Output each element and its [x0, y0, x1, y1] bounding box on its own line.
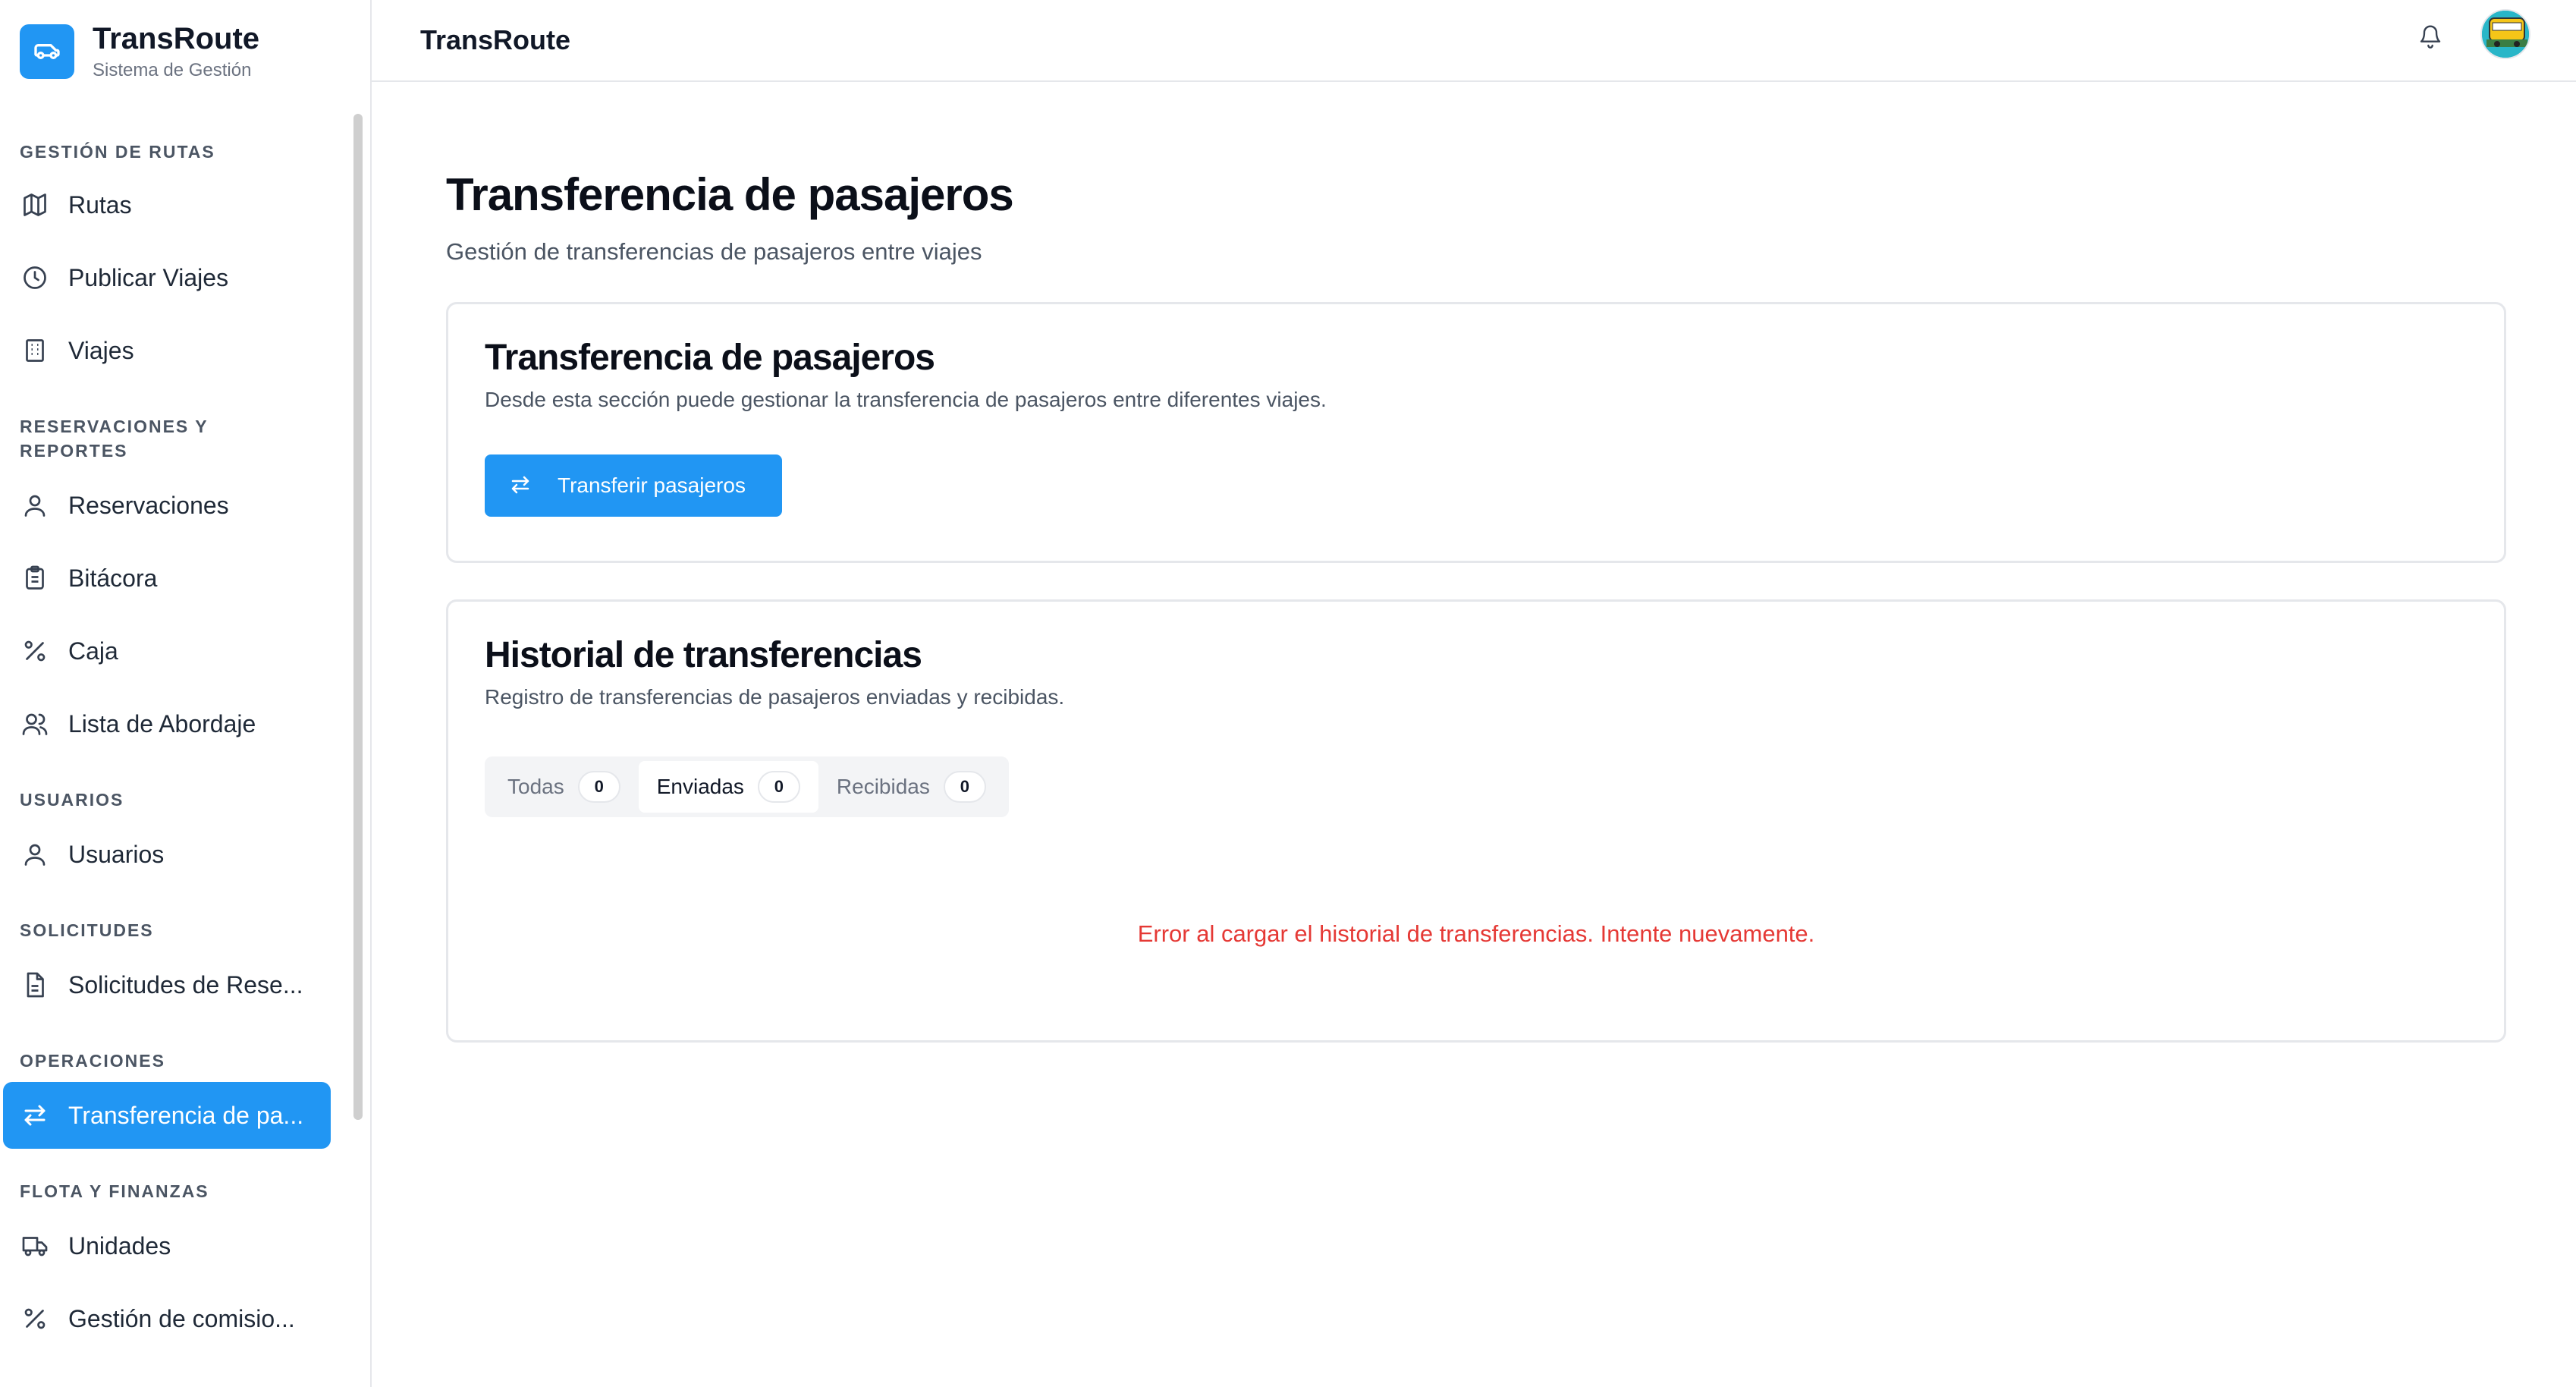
users-icon: [20, 709, 50, 739]
sidebar-item-lista-abordaje[interactable]: Lista de Abordaje: [3, 690, 331, 757]
map-icon: [20, 190, 50, 220]
transfer-passengers-button[interactable]: Transferir pasajeros: [485, 454, 782, 517]
history-card-title: Historial de transferencias: [485, 635, 922, 675]
sidebar-item-label: Lista de Abordaje: [68, 709, 256, 738]
sidebar-item-rutas[interactable]: Rutas: [3, 171, 331, 238]
section-title-operaciones: OPERACIONES: [20, 1051, 165, 1071]
building-icon: [20, 335, 50, 366]
sidebar-item-label: Bitácora: [68, 564, 158, 592]
sidebar-scrollbar[interactable]: [353, 114, 363, 1120]
transfer-icon: [20, 1100, 50, 1131]
transfer-card: Transferencia de pasajeros Desde esta se…: [446, 302, 2506, 563]
sidebar-item-comisiones[interactable]: Gestión de comisio...: [3, 1285, 331, 1352]
main-area: TransRoute Transferencia de pasajeros Ge…: [372, 0, 2576, 1387]
brand-subtitle: Sistema de Gestión: [93, 60, 252, 80]
history-card-description: Registro de transferencias de pasajeros …: [485, 685, 1065, 709]
tab-label: Enviadas: [656, 775, 744, 798]
history-card: Historial de transferencias Registro de …: [446, 599, 2506, 1043]
transfer-card-description: Desde esta sección puede gestionar la tr…: [485, 388, 1327, 411]
sidebar-item-transferencia[interactable]: Transferencia de pa...: [3, 1082, 331, 1149]
truck-icon: [20, 1231, 50, 1261]
avatar-icon[interactable]: [2480, 9, 2530, 59]
transfer-button-label: Transferir pasajeros: [558, 473, 746, 497]
user-icon: [20, 490, 50, 521]
page-title: Transferencia de pasajeros: [446, 169, 1014, 220]
transfer-icon: [509, 473, 533, 498]
sidebar: TransRoute Sistema de Gestión GESTIÓN DE…: [0, 0, 372, 1387]
sidebar-item-label: Gestión de comisio...: [68, 1304, 295, 1332]
sidebar-item-viajes[interactable]: Viajes: [3, 317, 331, 384]
transfer-card-title: Transferencia de pasajeros: [485, 338, 935, 378]
sidebar-item-caja[interactable]: Caja: [3, 618, 331, 684]
sidebar-item-label: Solicitudes de Rese...: [68, 970, 303, 999]
sidebar-nav: GESTIÓN DE RUTAS Rutas Publicar Viajes V…: [0, 140, 370, 1352]
tab-count-badge: 0: [943, 771, 986, 803]
tab-label: Recibidas: [836, 775, 930, 798]
tab-todas[interactable]: Todas 0: [489, 761, 639, 813]
sidebar-item-label: Transferencia de pa...: [68, 1101, 304, 1129]
sidebar-item-label: Rutas: [68, 190, 132, 219]
van-icon: [20, 24, 74, 79]
sidebar-item-bitacora[interactable]: Bitácora: [3, 545, 331, 612]
tab-count-badge: 0: [757, 771, 800, 803]
clipboard-icon: [20, 563, 50, 593]
bell-icon[interactable]: [2412, 18, 2449, 55]
sidebar-item-usuarios[interactable]: Usuarios: [3, 821, 331, 888]
history-tabs: Todas 0 Enviadas 0 Recibidas 0: [485, 756, 1009, 817]
user-icon: [20, 839, 50, 870]
sidebar-item-label: Viajes: [68, 336, 134, 364]
tab-label: Todas: [507, 775, 564, 798]
page-subtitle: Gestión de transferencias de pasajeros e…: [446, 238, 982, 265]
document-icon: [20, 970, 50, 1000]
error-message: Error al cargar el historial de transfer…: [1137, 920, 1815, 947]
brand[interactable]: TransRoute Sistema de Gestión: [0, 0, 370, 103]
sidebar-item-label: Reservaciones: [68, 491, 229, 519]
topbar-title: TransRoute: [420, 24, 571, 55]
section-title-flota: FLOTA Y FINANZAS: [20, 1181, 209, 1201]
page-content: Transferencia de pasajeros Gestión de tr…: [372, 82, 2576, 1043]
sidebar-item-label: Usuarios: [68, 840, 165, 868]
section-title-solicitudes: SOLICITUDES: [20, 920, 154, 940]
sidebar-item-unidades[interactable]: Unidades: [3, 1212, 331, 1279]
sidebar-item-reservaciones[interactable]: Reservaciones: [3, 472, 331, 539]
tab-count-badge: 0: [577, 771, 620, 803]
section-title-gestion-rutas: GESTIÓN DE RUTAS: [20, 142, 215, 162]
sidebar-item-solicitudes[interactable]: Solicitudes de Rese...: [3, 951, 331, 1018]
sidebar-item-label: Unidades: [68, 1231, 171, 1260]
percent-icon: [20, 1304, 50, 1334]
sidebar-item-publicar-viajes[interactable]: Publicar Viajes: [3, 244, 331, 311]
tab-recibidas[interactable]: Recibidas 0: [818, 761, 1004, 813]
percent-icon: [20, 636, 50, 666]
sidebar-item-label: Publicar Viajes: [68, 263, 229, 291]
tab-enviadas[interactable]: Enviadas 0: [638, 761, 818, 813]
topbar: TransRoute: [372, 0, 2576, 82]
brand-name: TransRoute: [93, 22, 260, 55]
sidebar-item-label: Caja: [68, 637, 118, 665]
clock-icon: [20, 263, 50, 293]
section-title-usuarios: USUARIOS: [20, 790, 124, 810]
section-title-reservaciones: RESERVACIONES Y REPORTES: [20, 417, 209, 461]
